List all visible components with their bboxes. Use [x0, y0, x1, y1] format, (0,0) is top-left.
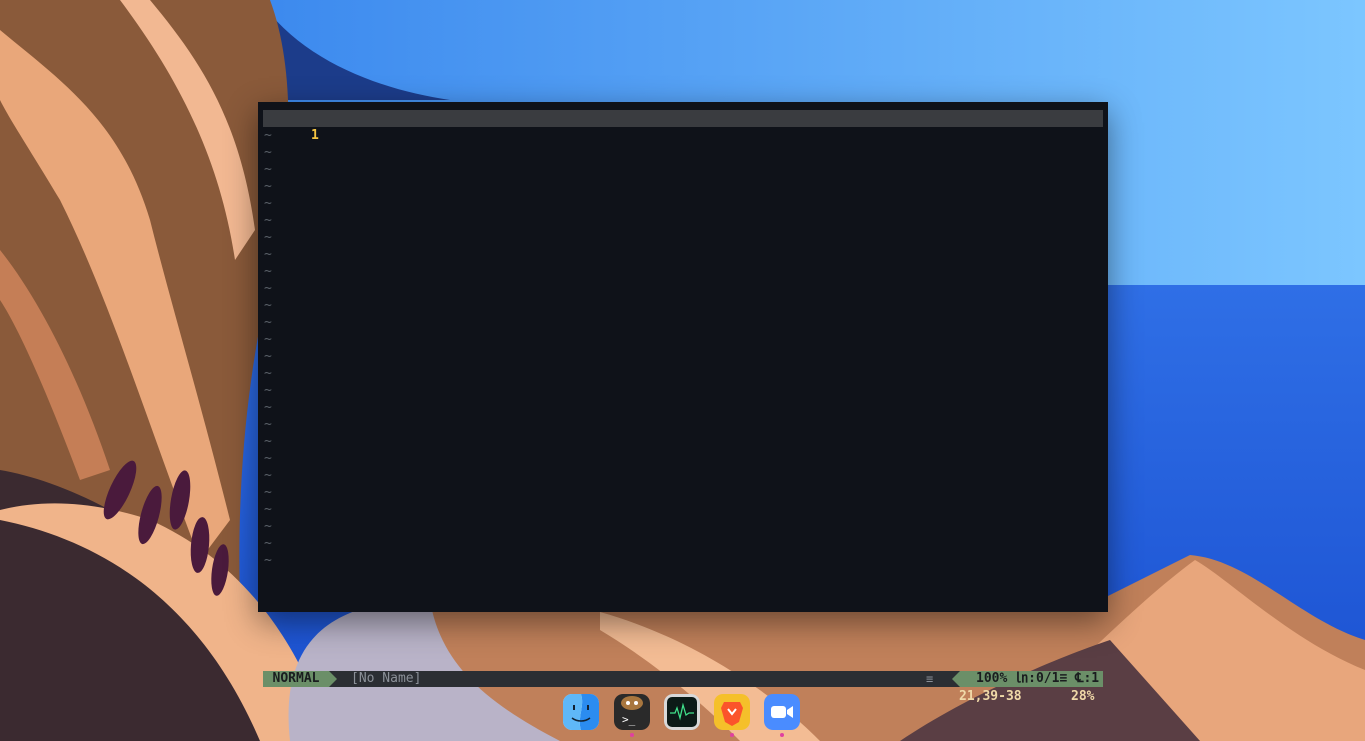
- empty-line: ~: [263, 399, 1103, 416]
- empty-line: ~: [263, 484, 1103, 501]
- mode-separator: [329, 671, 337, 687]
- empty-line-marker: ~: [264, 264, 272, 279]
- empty-line: ~: [263, 416, 1103, 433]
- editor-buffer[interactable]: 1 ~ ~ ~ ~ ~ ~ ~ ~ ~ ~ ~ ~ ~ ~ ~ ~ ~ ~ ~ ~ ~ ~ ~ ~ ~ ~: [263, 110, 1103, 569]
- dock-item-terminal[interactable]: >_: [614, 694, 650, 730]
- empty-line-marker: ~: [264, 553, 272, 568]
- activity-monitor-icon: [664, 694, 700, 730]
- brave-lion-icon: [714, 694, 750, 730]
- empty-line-marker: ~: [264, 247, 272, 262]
- empty-line: ~: [263, 535, 1103, 552]
- empty-line-marker: ~: [264, 196, 272, 211]
- empty-line: ~: [263, 433, 1103, 450]
- buffer-filename: [No Name]: [351, 671, 422, 686]
- dock-item-zoom[interactable]: [764, 694, 800, 730]
- empty-line: ~: [263, 518, 1103, 535]
- vim-terminal-window[interactable]: 1 ~ ~ ~ ~ ~ ~ ~ ~ ~ ~ ~ ~ ~ ~ ~ ~ ~ ~ ~ ~ ~ ~ ~ ~ ~ ~ NORMAL [No …: [258, 102, 1108, 704]
- empty-line: ~: [263, 552, 1103, 569]
- right-separator: [952, 671, 960, 687]
- empty-line: ~: [263, 127, 1103, 144]
- empty-line: ~: [263, 263, 1103, 280]
- position-info: 100% ㏑:0/1≡ ℄:1: [960, 671, 1103, 687]
- empty-lines: ~ ~ ~ ~ ~ ~ ~ ~ ~ ~ ~ ~ ~ ~ ~ ~ ~ ~ ~ ~ ~ ~ ~ ~ ~ ~: [263, 127, 1103, 569]
- empty-line-marker: ~: [264, 145, 272, 160]
- empty-line: ~: [263, 161, 1103, 178]
- empty-line: ~: [263, 195, 1103, 212]
- zoom-camera-icon: [764, 694, 800, 730]
- empty-line-marker: ~: [264, 485, 272, 500]
- empty-line: ~: [263, 365, 1103, 382]
- terminal-icon: >_: [614, 694, 650, 730]
- finder-icon: [563, 694, 599, 730]
- dock-item-brave-browser[interactable]: [714, 694, 750, 730]
- running-indicator: [730, 733, 734, 737]
- empty-line: ~: [263, 297, 1103, 314]
- running-indicator: [630, 733, 634, 737]
- empty-line-marker: ~: [264, 468, 272, 483]
- empty-line-marker: ~: [264, 213, 272, 228]
- empty-line: ~: [263, 229, 1103, 246]
- empty-line-marker: ~: [264, 298, 272, 313]
- scroll-percent: 28%: [1071, 689, 1095, 704]
- empty-line-marker: ~: [264, 519, 272, 534]
- dock-item-activity-monitor[interactable]: [664, 694, 700, 730]
- empty-line-marker: ~: [264, 332, 272, 347]
- empty-line-marker: ~: [264, 417, 272, 432]
- empty-line-marker: ~: [264, 400, 272, 415]
- empty-line-marker: ~: [264, 281, 272, 296]
- empty-line: ~: [263, 331, 1103, 348]
- empty-line: ~: [263, 348, 1103, 365]
- empty-line: ~: [263, 178, 1103, 195]
- empty-line-marker: ~: [264, 349, 272, 364]
- empty-line-marker: ~: [264, 230, 272, 245]
- empty-line-marker: ~: [264, 434, 272, 449]
- empty-line-marker: ~: [264, 179, 272, 194]
- terminal-prompt-glyph: >_: [622, 713, 636, 726]
- empty-line: ~: [263, 246, 1103, 263]
- empty-line-marker: ~: [264, 502, 272, 517]
- empty-line-marker: ~: [264, 536, 272, 551]
- empty-line-marker: ~: [264, 366, 272, 381]
- empty-line-marker: ~: [264, 383, 272, 398]
- empty-line-marker: ~: [264, 451, 272, 466]
- empty-line: ~: [263, 501, 1103, 518]
- line-number: 1: [310, 128, 319, 143]
- empty-line: ~: [263, 467, 1103, 484]
- empty-line: ~: [263, 280, 1103, 297]
- empty-line-marker: ~: [264, 128, 272, 143]
- running-indicator: [780, 733, 784, 737]
- cursor-position: 21,39-38: [959, 689, 1022, 704]
- empty-line: ~: [263, 450, 1103, 467]
- empty-line: ~: [263, 382, 1103, 399]
- empty-line-marker: ~: [264, 315, 272, 330]
- empty-line: ~: [263, 314, 1103, 331]
- filetype-icon: ≡: [926, 672, 934, 686]
- statusline: NORMAL [No Name] ≡ 100% ㏑:0/1≡ ℄:1: [263, 671, 1103, 687]
- current-line[interactable]: 1: [263, 110, 1103, 143]
- empty-line-marker: ~: [264, 162, 272, 177]
- empty-line: ~: [263, 212, 1103, 229]
- dock-item-finder[interactable]: [563, 694, 599, 730]
- mode-indicator: NORMAL: [263, 671, 329, 687]
- empty-line: ~: [263, 144, 1103, 161]
